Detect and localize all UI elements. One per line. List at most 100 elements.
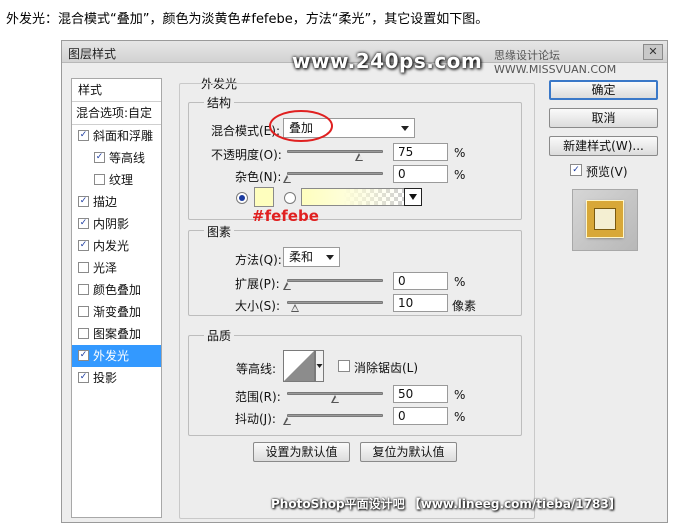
style-item[interactable]: 渐变叠加 — [72, 301, 161, 323]
preview-frame-icon — [587, 201, 623, 237]
style-checkbox[interactable] — [78, 284, 89, 295]
style-item-label: 图案叠加 — [93, 327, 142, 341]
noise-slider[interactable] — [287, 172, 383, 175]
quality-title: 品质 — [204, 327, 235, 344]
range-input[interactable]: 50 — [393, 385, 448, 403]
style-checkbox[interactable]: ✓ — [78, 130, 89, 141]
style-preview — [572, 189, 638, 251]
style-checkbox[interactable] — [94, 174, 105, 185]
style-item[interactable]: ✓ 描边 — [72, 191, 161, 213]
spread-slider-thumb[interactable] — [283, 282, 292, 290]
footer-watermark: PhotoShop平面设计吧 【www.lineeg.com/tieba/178… — [271, 497, 621, 511]
preview-label: 预览(V) — [586, 165, 628, 179]
intro-text: 外发光：混合模式“叠加”，颜色为淡黄色#fefebe，方法“柔光”，其它设置如下… — [6, 12, 489, 27]
elements-title: 图素 — [204, 223, 235, 240]
preview-checkbox[interactable]: ✓ — [570, 164, 582, 176]
antialias-checkbox[interactable] — [338, 360, 350, 372]
contour-picker[interactable] — [283, 350, 325, 382]
style-checkbox[interactable]: ✓ — [78, 240, 89, 251]
reset-default-button[interactable]: 复位为默认值 — [360, 442, 457, 462]
style-item[interactable]: ✓ 投影 — [72, 367, 161, 389]
color-annotation: #fefebe — [252, 207, 319, 225]
style-item[interactable]: 纹理 — [72, 169, 161, 191]
opacity-input[interactable]: 75 — [393, 143, 448, 161]
style-item-label: 纹理 — [109, 173, 134, 187]
jitter-slider[interactable] — [287, 414, 383, 417]
style-item[interactable]: 图案叠加 — [72, 323, 161, 345]
jitter-slider-thumb[interactable] — [283, 417, 292, 425]
close-icon: ✕ — [648, 45, 658, 58]
style-item[interactable]: 颜色叠加 — [72, 279, 161, 301]
percent-unit: % — [454, 168, 466, 182]
style-checkbox[interactable]: ✓ — [78, 218, 89, 229]
style-item[interactable]: ✓ 内发光 — [72, 235, 161, 257]
site-watermark: www.240ps.com — [292, 49, 483, 73]
size-input[interactable]: 10 — [393, 294, 448, 312]
chevron-down-icon — [326, 255, 334, 260]
size-slider-thumb[interactable] — [290, 304, 300, 312]
chevron-down-icon — [401, 126, 409, 131]
noise-input[interactable]: 0 — [393, 165, 448, 183]
new-style-button[interactable]: 新建样式(W)... — [549, 136, 658, 156]
styles-header[interactable]: 样式 — [72, 79, 161, 101]
contour-label: 等高线: — [236, 362, 277, 376]
annotation-circle — [269, 110, 333, 142]
spread-input[interactable]: 0 — [393, 272, 448, 290]
gradient-radio[interactable] — [284, 192, 296, 204]
style-checkbox[interactable]: ✓ — [78, 350, 89, 361]
close-button[interactable]: ✕ — [643, 44, 663, 60]
chevron-down-icon — [409, 194, 417, 200]
opacity-slider-thumb[interactable] — [355, 153, 364, 161]
range-slider-thumb[interactable] — [331, 395, 340, 403]
spread-label: 扩展(P): — [235, 277, 280, 291]
style-item-label: 外发光 — [93, 349, 130, 363]
jitter-input[interactable]: 0 — [393, 407, 448, 425]
percent-unit: % — [454, 410, 466, 424]
title-bar[interactable]: 图层样式 www.240ps.com 思缘设计论坛 WWW.MISSVUAN.C… — [62, 41, 667, 76]
style-item-label: 斜面和浮雕 — [93, 129, 154, 143]
ok-button[interactable]: 确定 — [549, 80, 658, 100]
style-item-label: 投影 — [93, 371, 118, 385]
opacity-slider[interactable] — [287, 150, 383, 153]
style-item-label: 内发光 — [93, 239, 130, 253]
percent-unit: % — [454, 146, 466, 160]
style-item[interactable]: ✓ 外发光 — [72, 345, 161, 367]
style-item-label: 颜色叠加 — [93, 283, 142, 297]
method-label: 方法(Q): — [235, 253, 282, 267]
cancel-button[interactable]: 取消 — [549, 108, 658, 128]
style-item-label: 渐变叠加 — [93, 305, 142, 319]
style-item[interactable]: 光泽 — [72, 257, 161, 279]
noise-slider-thumb[interactable] — [283, 175, 292, 183]
style-item[interactable]: ✓ 内阴影 — [72, 213, 161, 235]
dialog-title: 图层样式 — [68, 47, 117, 61]
blend-options-item[interactable]: 混合选项:自定 — [72, 102, 161, 124]
percent-unit: % — [454, 388, 466, 402]
style-item-label: 内阴影 — [93, 217, 130, 231]
make-default-button[interactable]: 设置为默认值 — [253, 442, 350, 462]
antialias-label: 消除锯齿(L) — [354, 361, 419, 375]
opacity-label: 不透明度(O): — [211, 148, 282, 162]
style-item[interactable]: ✓ 斜面和浮雕 — [72, 125, 161, 147]
check-icon: ✓ — [572, 165, 580, 175]
style-item[interactable]: ✓ 等高线 — [72, 147, 161, 169]
range-label: 范围(R): — [235, 390, 281, 404]
layer-style-dialog: 图层样式 www.240ps.com 思缘设计论坛 WWW.MISSVUAN.C… — [61, 40, 668, 523]
style-checkbox[interactable]: ✓ — [78, 196, 89, 207]
size-slider[interactable] — [287, 301, 383, 304]
style-item-label: 描边 — [93, 195, 118, 209]
style-checkbox[interactable]: ✓ — [94, 152, 105, 163]
style-checkbox[interactable] — [78, 262, 89, 273]
spread-slider[interactable] — [287, 279, 383, 282]
style-checkbox[interactable]: ✓ — [78, 372, 89, 383]
gradient-preview[interactable] — [301, 188, 405, 206]
color-radio[interactable] — [236, 192, 248, 204]
forum-watermark: 思缘设计论坛 WWW.MISSVUAN.COM — [494, 49, 617, 76]
gradient-dropdown[interactable] — [404, 188, 422, 206]
style-checkbox[interactable] — [78, 306, 89, 317]
percent-unit: % — [454, 275, 466, 289]
style-checkbox[interactable] — [78, 328, 89, 339]
method-select[interactable]: 柔和 — [283, 247, 340, 267]
noise-label: 杂色(N): — [235, 170, 282, 184]
color-swatch[interactable] — [254, 187, 274, 207]
size-unit: 像素 — [452, 299, 477, 313]
